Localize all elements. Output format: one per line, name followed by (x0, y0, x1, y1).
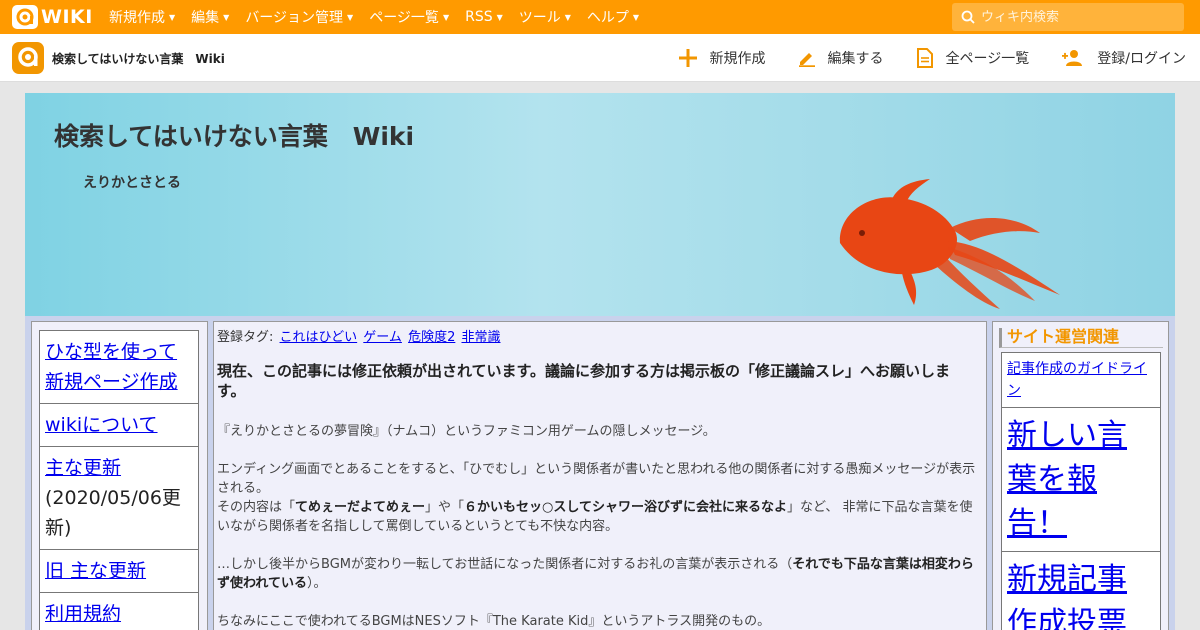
edit-request-notice: 現在、この記事には修正依頼が出されています。議論に参加する方は掲示板の「修正議論… (217, 362, 951, 400)
paragraph-text: ）。 (306, 576, 327, 591)
site-name[interactable]: 検索してはいけない言葉 Wiki (52, 50, 225, 67)
menu-page-list[interactable]: ページ一覧 ▼ (369, 7, 449, 27)
tag-link[interactable]: ゲーム (363, 330, 402, 345)
new-page-button[interactable]: 新規作成 (678, 48, 766, 68)
menu-label: 編集 (191, 10, 220, 26)
paragraph-1: 『えりかとさとるの夢冒険』（ナムコ）というファミコン用ゲームの隠しメッセージ。 (217, 424, 716, 439)
site-logo-icon[interactable] (12, 42, 44, 74)
tags-label: 登録タグ: (217, 330, 274, 345)
list-item: 記事作成のガイドライン (1001, 352, 1161, 407)
goldfish-image (839, 179, 1060, 309)
banner-title: 検索してはいけない言葉 Wiki (54, 122, 415, 151)
wiki-search (952, 3, 1184, 31)
sidebar-heading: サイト運営関連 (999, 328, 1163, 348)
tag-link[interactable]: 非常識 (461, 330, 500, 345)
menu-tools[interactable]: ツール ▼ (519, 7, 571, 27)
paragraph-4: ちなみにここで使われてるBGMはNESソフト『The Karate Kid』とい… (217, 614, 771, 629)
search-input[interactable] (981, 9, 1171, 25)
search-icon (961, 10, 975, 24)
paragraph-text: エンディング画面でとあることをすると、「ひでむし」という関係者が書いたと思われる… (217, 462, 976, 496)
menu-edit[interactable]: 編集 ▼ (191, 7, 229, 27)
caret-down-icon: ▼ (632, 12, 640, 22)
tag-list: 登録タグ: これはひどい ゲーム 危険度2 非常識 (217, 326, 501, 345)
quote-2: ６かいもセッ○スしてシャワー浴びずに会社に来るなよ (464, 500, 788, 515)
list-item: wikiについて (39, 403, 199, 446)
link-old-updates[interactable]: 旧 主な更新 (45, 560, 146, 582)
menu-label: ヘルプ (586, 10, 629, 26)
link-guidelines[interactable]: 記事作成のガイドライン (1007, 361, 1147, 399)
site-toolbar: 検索してはいけない言葉 Wiki 新規作成 編集する 全ページ一覧 登録/ログイ… (0, 34, 1200, 82)
right-menu: 記事作成のガイドライン 新しい言葉を報告！ 新規記事作成投票 (1001, 352, 1161, 630)
paragraph-3: …しかし後半からBGMが変わり一転してお世話になった関係者に対するお礼の言葉が表… (217, 555, 985, 593)
paragraph-text: 」や「 (425, 500, 465, 515)
plus-icon (678, 49, 697, 67)
menu-label: RSS (465, 9, 493, 25)
link-recent-updates[interactable]: 主な更新 (45, 457, 121, 479)
document-icon (916, 48, 933, 68)
logo-text: WIKI (41, 6, 93, 28)
menu-help[interactable]: ヘルプ ▼ (587, 7, 639, 27)
caret-down-icon: ▼ (564, 12, 571, 22)
site-banner: 検索してはいけない言葉 Wiki えりかとさとる (25, 93, 1175, 316)
menu-version[interactable]: バージョン管理 ▼ (245, 7, 353, 27)
paragraph-text: その内容は「 (217, 500, 296, 515)
menu-new[interactable]: 新規作成 ▼ (109, 7, 175, 27)
menu-label: ツール (518, 10, 561, 26)
action-label: 新規作成 (709, 51, 766, 67)
tag-link[interactable]: これはひどい (280, 330, 358, 345)
menu-label: バージョン管理 (245, 10, 344, 26)
action-bar: 新規作成 編集する 全ページ一覧 登録/ログイン (646, 34, 1186, 82)
link-new-page-template[interactable]: ひな型を使って新規ページ作成 (45, 341, 178, 393)
link-terms[interactable]: 利用規約 (45, 603, 121, 625)
list-item: 新しい言葉を報告！ (1001, 407, 1161, 551)
global-navbar: WIKI 新規作成 ▼ 編集 ▼ バージョン管理 ▼ ページ一覧 ▼ RSS ▼ ツール ▼… (0, 0, 1200, 34)
edit-button[interactable]: 編集する (798, 48, 884, 68)
action-label: 編集する (827, 51, 884, 67)
users-icon (1062, 50, 1083, 66)
top-menu: 新規作成 ▼ 編集 ▼ バージョン管理 ▼ ページ一覧 ▼ RSS ▼ ツール ▼ ヘルプ ▼ (109, 0, 655, 34)
caret-down-icon: ▼ (442, 12, 450, 22)
left-menu: ひな型を使って新規ページ作成 wikiについて 主な更新 (2020/05/06更… (39, 330, 199, 630)
at-logo-icon (12, 5, 38, 29)
paragraph-text: …しかし後半からBGMが変わり一転してお世話になった関係者に対するお礼の言葉が表… (217, 557, 793, 572)
list-item: 利用規約 (39, 592, 199, 630)
link-report-new-word[interactable]: 新しい言葉を報告！ (1007, 418, 1127, 541)
link-new-article-vote[interactable]: 新規記事作成投票 (1007, 562, 1127, 630)
list-item: 新規記事作成投票 (1001, 551, 1161, 630)
menu-label: 新規作成 (109, 10, 165, 26)
tag-link[interactable]: 危険度2 (408, 330, 455, 345)
link-about-wiki[interactable]: wikiについて (45, 414, 158, 436)
list-item: 主な更新 (2020/05/06更新) (39, 446, 199, 549)
login-button[interactable]: 登録/ログイン (1061, 48, 1186, 68)
list-item: 旧 主な更新 (39, 549, 199, 592)
action-label: 登録/ログイン (1097, 51, 1186, 67)
caret-down-icon: ▼ (496, 12, 503, 22)
menu-label: ページ一覧 (369, 10, 439, 26)
menu-rss[interactable]: RSS ▼ (465, 9, 503, 25)
action-label: 全ページ一覧 (945, 51, 1030, 67)
quote-1: てめぇーだよてめぇー (295, 500, 426, 515)
pencil-icon (798, 53, 815, 67)
list-item: ひな型を使って新規ページ作成 (39, 330, 199, 403)
paragraph-2: エンディング画面でとあることをすると、「ひでむし」という関係者が書いたと思われる… (217, 460, 985, 536)
banner-subtitle: えりかとさとる (83, 175, 181, 191)
caret-down-icon: ▼ (347, 12, 354, 22)
caret-down-icon: ▼ (223, 12, 230, 22)
caret-down-icon: ▼ (169, 12, 176, 22)
atwiki-logo[interactable]: WIKI (12, 5, 93, 29)
all-pages-button[interactable]: 全ページ一覧 (916, 48, 1030, 68)
update-date: (2020/05/06更新) (45, 487, 181, 539)
